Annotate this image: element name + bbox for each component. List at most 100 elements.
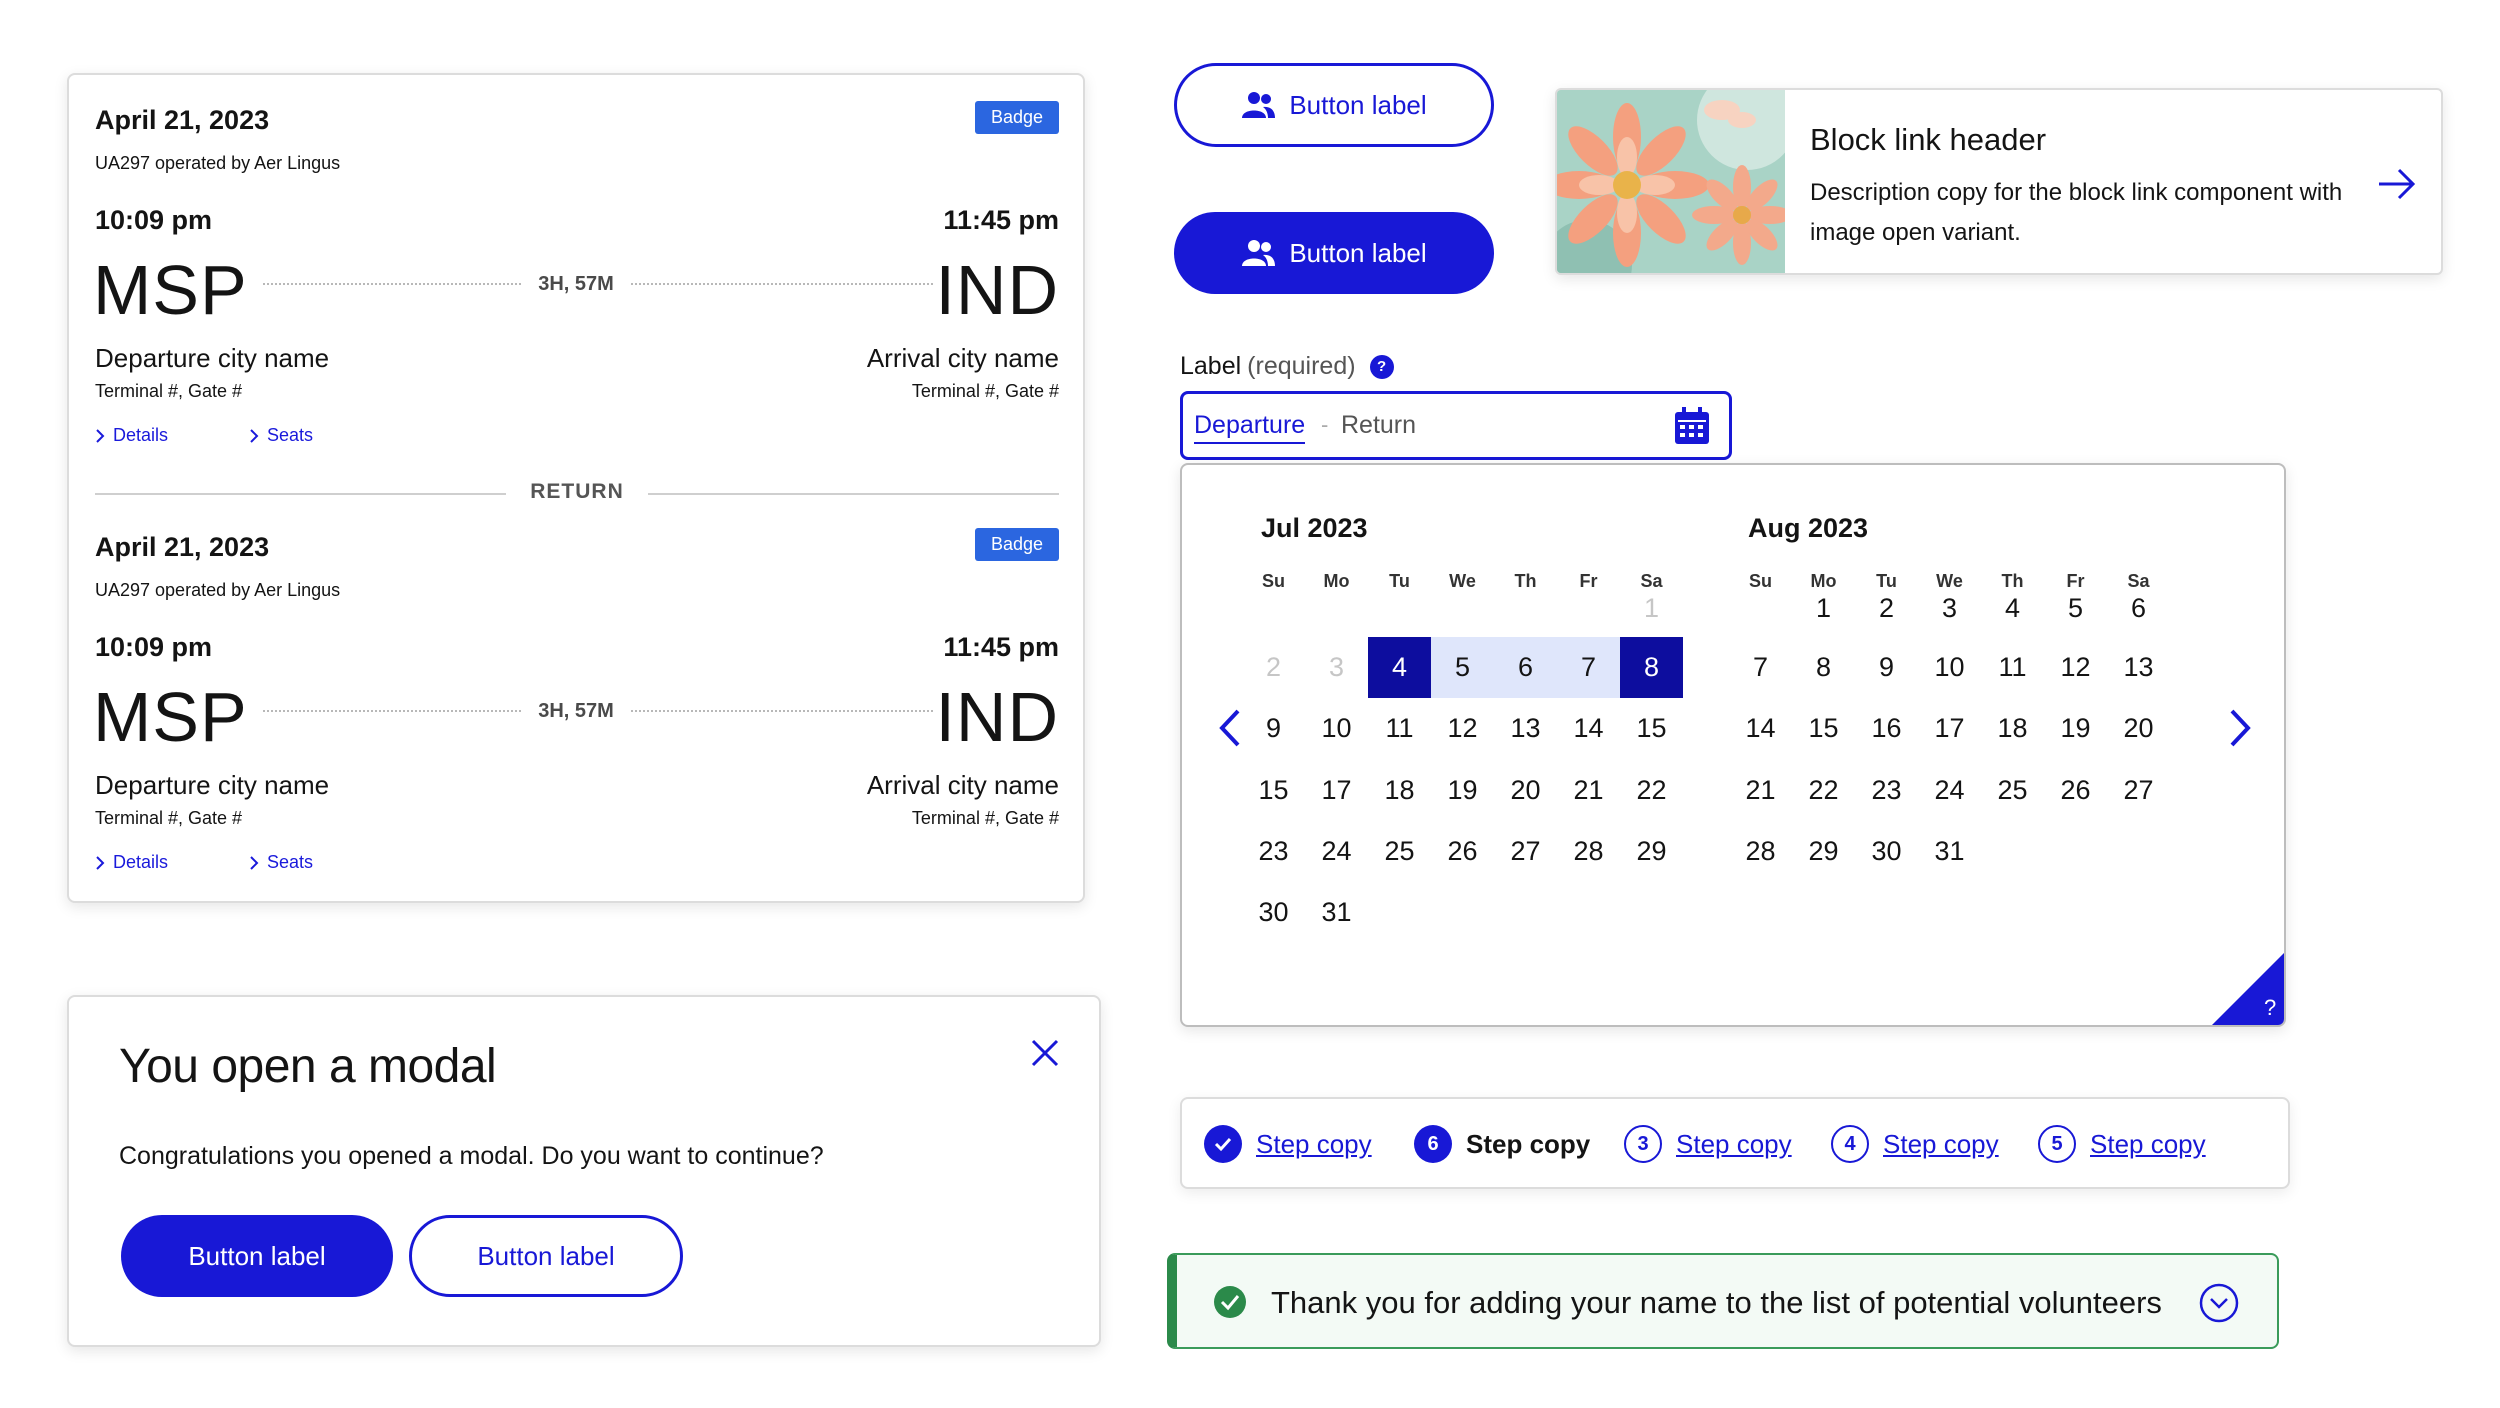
arrival-city: Arrival city name (866, 770, 1059, 800)
calendar-month-title: Aug 2023 (1748, 513, 1869, 543)
calendar-day[interactable]: 23 (1855, 760, 1918, 821)
calendar-day[interactable]: 19 (1431, 760, 1494, 821)
return-input[interactable]: Return (1341, 411, 1416, 440)
calendar-day[interactable]: 17 (1918, 698, 1981, 759)
calendar-day[interactable]: 29 (1792, 821, 1855, 882)
calendar-day: 3 (1328, 652, 1345, 682)
modal-secondary-button[interactable]: Button label (409, 1215, 683, 1297)
calendar-day[interactable]: 18 (1368, 760, 1431, 821)
departure-terminal: Terminal #, Gate # (95, 381, 243, 401)
step-number: 3 (1624, 1125, 1662, 1163)
help-icon[interactable]: ? (1369, 354, 1394, 379)
calendar-day[interactable]: 6 (1494, 637, 1557, 698)
calendar-help-corner[interactable]: ? (2212, 953, 2284, 1025)
calendar-day[interactable]: 25 (1981, 760, 2044, 821)
calendar-day: 2 (1265, 652, 1282, 682)
calendar-day[interactable]: 3 (1918, 578, 1981, 639)
calendar-day[interactable]: 7 (1557, 637, 1620, 698)
calendar-day[interactable]: 27 (1494, 821, 1557, 882)
calendar-day[interactable]: 2 (1855, 578, 1918, 639)
calendar-day[interactable]: 8 (1620, 637, 1683, 698)
calendar-day[interactable]: 19 (2044, 698, 2107, 759)
calendar-day[interactable]: 6 (2107, 578, 2170, 639)
flight-duration: 3H, 57M (522, 700, 630, 722)
calendar-day[interactable]: 26 (1431, 821, 1494, 882)
flight-operator: UA297 operated by Aer Lingus (95, 580, 341, 600)
step-item[interactable]: 4 Step copy (1831, 1125, 1999, 1163)
date-range-field[interactable]: Departure - Return (1180, 391, 1732, 460)
calendar-day[interactable]: 5 (1431, 637, 1494, 698)
departure-input[interactable]: Departure (1194, 411, 1306, 444)
step-label: Step copy (1676, 1128, 1792, 1159)
close-icon[interactable] (1025, 1033, 1065, 1073)
calendar-day[interactable]: 21 (1557, 760, 1620, 821)
solid-button[interactable]: Button label (1174, 212, 1494, 294)
calendar-day[interactable]: 24 (1305, 821, 1368, 882)
calendar-day[interactable]: 22 (1620, 760, 1683, 821)
outline-button[interactable]: Button label (1174, 63, 1494, 147)
calendar-day[interactable]: 15 (1792, 698, 1855, 759)
calendar-day[interactable]: 5 (2044, 578, 2107, 639)
calendar-day[interactable]: 7 (1729, 637, 1792, 698)
calendar-day[interactable]: 1 (1792, 578, 1855, 639)
seats-link[interactable]: Seats (249, 852, 313, 873)
step-item[interactable]: 6 Step copy (1414, 1125, 1590, 1163)
arrival-terminal: Terminal #, Gate # (911, 381, 1059, 401)
calendar-day[interactable]: 10 (1918, 637, 1981, 698)
chevron-down-icon[interactable] (2199, 1283, 2239, 1323)
calendar-day[interactable]: 20 (1494, 760, 1557, 821)
flight-itinerary-card: April 21, 2023 UA297 operated by Aer Lin… (67, 73, 1085, 903)
calendar-day[interactable]: 11 (1368, 698, 1431, 759)
step-item[interactable]: Step copy (1204, 1125, 1372, 1163)
calendar-day[interactable]: 26 (2044, 760, 2107, 821)
block-link[interactable]: Block link header Description copy for t… (1555, 88, 2443, 275)
calendar-day[interactable]: 15 (1620, 698, 1683, 759)
calendar-day[interactable]: 12 (2044, 637, 2107, 698)
calendar-day[interactable]: 13 (2107, 637, 2170, 698)
calendar-day[interactable]: 17 (1305, 760, 1368, 821)
calendar-day[interactable]: 30 (1855, 821, 1918, 882)
modal-primary-button[interactable]: Button label (121, 1215, 393, 1297)
calendar-day[interactable]: 28 (1557, 821, 1620, 882)
calendar-day[interactable]: 25 (1368, 821, 1431, 882)
calendar-day[interactable]: 28 (1729, 821, 1792, 882)
departure-city: Departure city name (95, 770, 330, 800)
details-link[interactable]: Details (95, 852, 168, 873)
calendar-day[interactable]: 21 (1729, 760, 1792, 821)
calendar-day[interactable]: 29 (1620, 821, 1683, 882)
calendar-icon[interactable] (1673, 406, 1711, 446)
departure-terminal: Terminal #, Gate # (95, 808, 243, 828)
calendar-day[interactable]: 9 (1242, 698, 1305, 759)
calendar-day[interactable]: 23 (1242, 821, 1305, 882)
chevron-right-icon[interactable] (2220, 703, 2260, 753)
calendar-day[interactable]: 11 (1981, 637, 2044, 698)
calendar-day[interactable]: 4 (1981, 578, 2044, 639)
weekday-header: Mo (1323, 571, 1350, 591)
calendar-day[interactable]: 12 (1431, 698, 1494, 759)
calendar-day[interactable]: 14 (1729, 698, 1792, 759)
calendar-day[interactable]: 22 (1792, 760, 1855, 821)
step-item[interactable]: 5 Step copy (2038, 1125, 2206, 1163)
calendar-day[interactable]: 30 (1242, 882, 1305, 943)
calendar-day[interactable]: 18 (1981, 698, 2044, 759)
calendar-day[interactable]: 8 (1792, 637, 1855, 698)
seats-link-label: Seats (267, 425, 314, 445)
calendar-day[interactable]: 13 (1494, 698, 1557, 759)
calendar-day[interactable]: 4 (1368, 637, 1431, 698)
calendar-day[interactable]: 14 (1557, 698, 1620, 759)
calendar-day[interactable]: 31 (1305, 882, 1368, 943)
calendar-day[interactable]: 9 (1855, 637, 1918, 698)
calendar-day[interactable]: 15 (1242, 760, 1305, 821)
success-notification: Thank you for adding your name to the li… (1167, 1253, 2279, 1349)
calendar-day[interactable]: 10 (1305, 698, 1368, 759)
calendar-day[interactable]: 27 (2107, 760, 2170, 821)
seats-link[interactable]: Seats (249, 425, 313, 446)
calendar-day[interactable]: 31 (1918, 821, 1981, 882)
details-link[interactable]: Details (95, 425, 168, 446)
flight-segment-outbound: April 21, 2023 UA297 operated by Aer Lin… (69, 75, 1083, 475)
calendar-day[interactable]: 16 (1855, 698, 1918, 759)
calendar-day[interactable]: 24 (1918, 760, 1981, 821)
calendar-day[interactable]: 20 (2107, 698, 2170, 759)
step-item[interactable]: 3 Step copy (1624, 1125, 1792, 1163)
step-number: 5 (2038, 1125, 2076, 1163)
